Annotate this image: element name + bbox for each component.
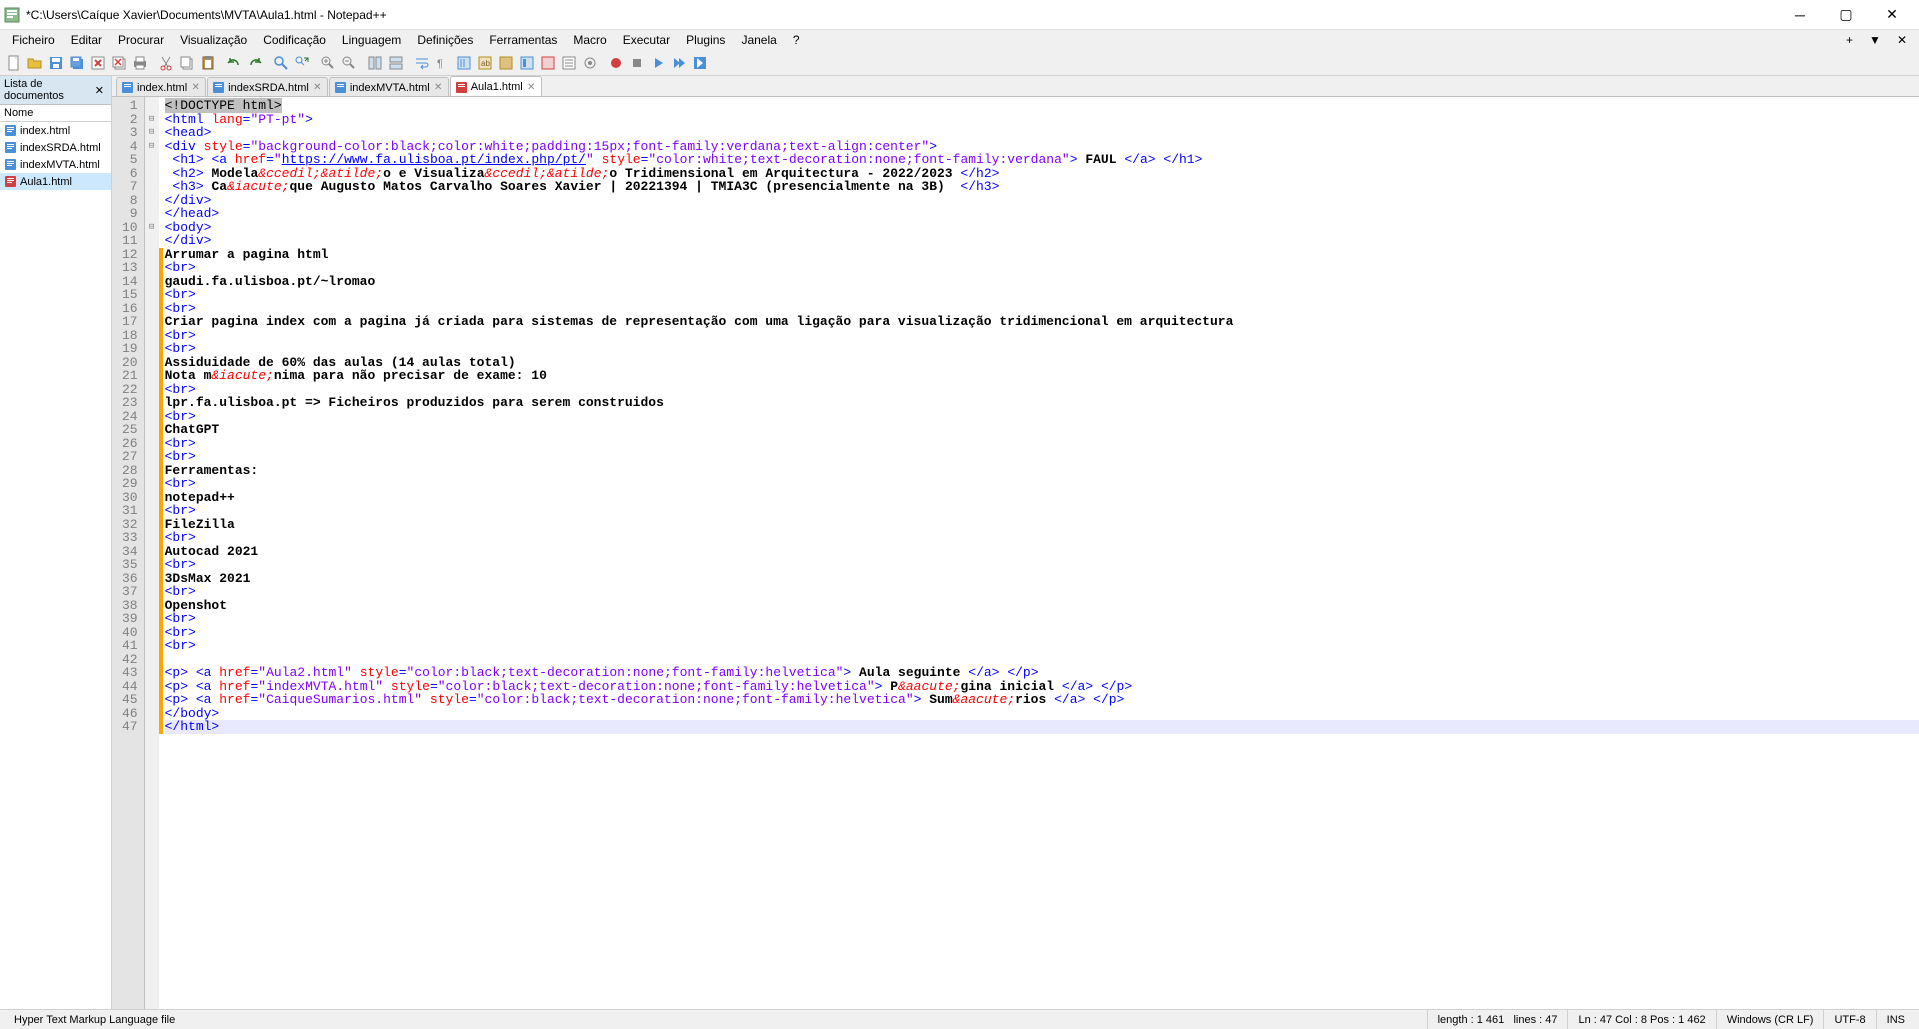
- close-file-icon[interactable]: [88, 53, 108, 73]
- tab-close-icon[interactable]: ✕: [433, 82, 444, 93]
- close-button[interactable]: ✕: [1869, 0, 1915, 30]
- save-macro-icon[interactable]: [690, 53, 710, 73]
- find-icon[interactable]: [271, 53, 291, 73]
- allchars-icon[interactable]: ¶: [433, 53, 453, 73]
- doclist-title: Lista de documentos: [4, 78, 92, 102]
- record-icon[interactable]: [606, 53, 626, 73]
- zoom-out-icon[interactable]: [339, 53, 359, 73]
- menu-janela[interactable]: Janela: [733, 31, 784, 49]
- menu-executar[interactable]: Executar: [615, 31, 678, 49]
- new-file-icon[interactable]: [4, 53, 24, 73]
- status-enc[interactable]: UTF-8: [1824, 1010, 1876, 1029]
- code-area[interactable]: <!DOCTYPE html><html lang="PT-pt"><head>…: [163, 97, 1919, 1009]
- menu-procurar[interactable]: Procurar: [110, 31, 172, 49]
- copy-icon[interactable]: [177, 53, 197, 73]
- status-lang: Hyper Text Markup Language file: [4, 1010, 1428, 1029]
- minimize-button[interactable]: ─: [1777, 0, 1823, 30]
- tab-close-icon[interactable]: ✕: [190, 82, 201, 93]
- app-icon: [4, 7, 20, 23]
- doc-list-icon[interactable]: [538, 53, 558, 73]
- menu-macro[interactable]: Macro: [565, 31, 614, 49]
- doclist-column-header[interactable]: Nome: [0, 105, 111, 122]
- svg-text:ab: ab: [481, 59, 490, 68]
- doclist-item[interactable]: index.html: [0, 122, 111, 139]
- status-pos: Ln : 47 Col : 8 Pos : 1 462: [1568, 1010, 1716, 1029]
- code-editor[interactable]: 1234567891011121314151617181920212223242…: [112, 97, 1919, 1009]
- status-bar: Hyper Text Markup Language file length :…: [0, 1009, 1919, 1029]
- menu-linguagem[interactable]: Linguagem: [334, 31, 409, 49]
- file-icon: [121, 81, 134, 94]
- undo-icon[interactable]: [224, 53, 244, 73]
- print-icon[interactable]: [130, 53, 150, 73]
- sync-v-icon[interactable]: [365, 53, 385, 73]
- fold-gutter[interactable]: ⊟⊟⊟⊟: [145, 97, 159, 1009]
- menu-editar[interactable]: Editar: [63, 31, 110, 49]
- menu-ficheiro[interactable]: Ficheiro: [4, 31, 63, 49]
- status-eol[interactable]: Windows (CR LF): [1717, 1010, 1825, 1029]
- replace-icon[interactable]: [292, 53, 312, 73]
- indent-guide-icon[interactable]: [454, 53, 474, 73]
- menu-definicoes[interactable]: Definições: [409, 31, 481, 49]
- monitor-icon[interactable]: [580, 53, 600, 73]
- save-all-icon[interactable]: [67, 53, 87, 73]
- menu-ferramentas[interactable]: Ferramentas: [481, 31, 565, 49]
- tab[interactable]: index.html✕: [116, 77, 206, 96]
- zoom-in-icon[interactable]: [318, 53, 338, 73]
- document-list-panel: Lista de documentos ✕ Nome index.htmlind…: [0, 76, 112, 1009]
- tab[interactable]: indexSRDA.html✕: [207, 77, 328, 96]
- folder-as-workspace-icon[interactable]: [496, 53, 516, 73]
- tab[interactable]: Aula1.html✕: [450, 76, 542, 96]
- doclist-item[interactable]: indexSRDA.html: [0, 139, 111, 156]
- tab-close-icon[interactable]: ✕: [312, 82, 323, 93]
- save-icon[interactable]: [46, 53, 66, 73]
- open-file-icon[interactable]: [25, 53, 45, 73]
- redo-icon[interactable]: [245, 53, 265, 73]
- menu-plugins[interactable]: Plugins: [678, 31, 733, 49]
- cut-icon[interactable]: [156, 53, 176, 73]
- title-bar: *C:\Users\Caíque Xavier\Documents\MVTA\A…: [0, 0, 1919, 30]
- menu-down[interactable]: ▼: [1861, 31, 1889, 49]
- window-title: *C:\Users\Caíque Xavier\Documents\MVTA\A…: [26, 8, 1777, 22]
- toolbar: ¶ ab: [0, 50, 1919, 76]
- menu-codificacao[interactable]: Codificação: [255, 31, 334, 49]
- status-ins[interactable]: INS: [1877, 1010, 1915, 1029]
- lang-icon[interactable]: ab: [475, 53, 495, 73]
- play-multi-icon[interactable]: [669, 53, 689, 73]
- svg-text:¶: ¶: [437, 58, 443, 70]
- play-icon[interactable]: [648, 53, 668, 73]
- doclist-close-icon[interactable]: ✕: [92, 84, 107, 97]
- status-length: length : 1 461 lines : 47: [1428, 1010, 1569, 1029]
- menu-x[interactable]: ✕: [1889, 31, 1915, 49]
- tab-close-icon[interactable]: ✕: [526, 82, 537, 93]
- paste-icon[interactable]: [198, 53, 218, 73]
- line-gutter[interactable]: 1234567891011121314151617181920212223242…: [112, 97, 145, 1009]
- menu-help[interactable]: ?: [785, 31, 808, 49]
- menu-plus[interactable]: +: [1838, 31, 1861, 49]
- tab-bar: index.html✕indexSRDA.html✕indexMVTA.html…: [112, 76, 1919, 97]
- close-all-icon[interactable]: [109, 53, 129, 73]
- wordwrap-icon[interactable]: [412, 53, 432, 73]
- sync-h-icon[interactable]: [386, 53, 406, 73]
- doc-map-icon[interactable]: [517, 53, 537, 73]
- stop-icon[interactable]: [627, 53, 647, 73]
- file-icon: [212, 81, 225, 94]
- menu-bar: Ficheiro Editar Procurar Visualização Co…: [0, 30, 1919, 50]
- tab[interactable]: indexMVTA.html✕: [329, 77, 449, 96]
- maximize-button[interactable]: ▢: [1823, 0, 1869, 30]
- file-icon: [455, 81, 468, 94]
- doclist-item[interactable]: indexMVTA.html: [0, 156, 111, 173]
- doclist-item[interactable]: Aula1.html: [0, 173, 111, 190]
- func-list-icon[interactable]: [559, 53, 579, 73]
- file-icon: [334, 81, 347, 94]
- menu-visualizacao[interactable]: Visualização: [172, 31, 255, 49]
